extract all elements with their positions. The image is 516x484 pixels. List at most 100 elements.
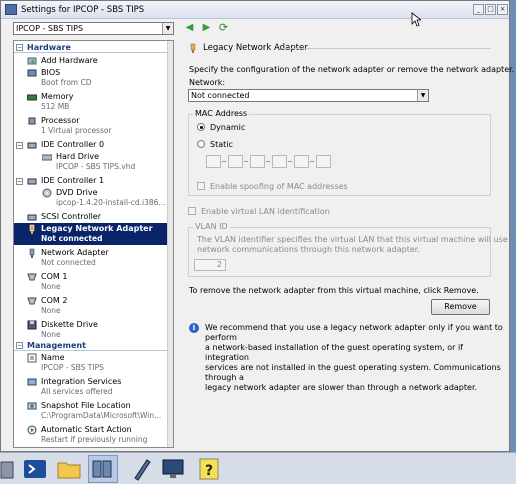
vm-selector-dropdown[interactable]: IPCOP - SBS TIPS ▼: [13, 22, 174, 35]
tree-item-automatic-start-action[interactable]: Automatic Start Action Restart if previo…: [14, 424, 169, 446]
snapshot-icon: [27, 402, 37, 410]
vlan-enable-checkbox[interactable]: [188, 207, 196, 215]
mac-octet-5[interactable]: [294, 155, 309, 168]
collapse-icon[interactable]: −: [16, 44, 23, 51]
taskbar-remote-desktop[interactable]: [158, 455, 188, 483]
ide-controller-icon: [27, 142, 37, 149]
tree-item-memory[interactable]: Memory 512 MB: [14, 91, 169, 113]
help-icon: ?: [199, 458, 219, 480]
forward-arrow-icon[interactable]: ▶: [201, 22, 212, 33]
tree-scrollbar[interactable]: [167, 41, 173, 447]
tree-item-sub: ipcop-1.4.20-install-cd.i386...: [56, 198, 166, 207]
tree-item-hard-drive[interactable]: Hard Drive IPCOP - SBS TIPS.vhd: [14, 151, 169, 173]
info-line: services are not installed in the guest …: [205, 363, 501, 382]
tree-item-legacy-network-adapter[interactable]: Legacy Network Adapter Not connected: [14, 223, 169, 245]
monitor-icon: [162, 459, 184, 478]
static-label: Static: [210, 140, 233, 149]
tree-item-processor[interactable]: Processor 1 Virtual processor: [14, 115, 169, 137]
hardware-section[interactable]: − Hardware: [14, 42, 169, 53]
memory-icon: [27, 94, 37, 101]
tree-item-label: Processor: [41, 116, 80, 125]
info-line: a network-based installation of the gues…: [205, 343, 463, 362]
start-action-icon: [27, 425, 37, 435]
taskbar-notepad[interactable]: [126, 455, 156, 483]
folder-icon: [57, 462, 81, 479]
mac-separator: [310, 161, 314, 162]
bios-chip-icon: [27, 69, 37, 77]
tree-item-bios[interactable]: BIOS Boot from CD: [14, 67, 169, 89]
collapse-icon[interactable]: −: [16, 142, 23, 149]
taskbar-server-manager[interactable]: [0, 455, 18, 483]
network-dropdown[interactable]: Not connected ▼: [188, 89, 429, 102]
network-label: Network:: [189, 78, 226, 87]
mac-octet-2[interactable]: [228, 155, 243, 168]
tree-item-sub: 1 Virtual processor: [41, 126, 112, 135]
window-title: Settings for IPCOP - SBS TIPS: [21, 5, 145, 15]
back-arrow-icon[interactable]: ◀: [184, 22, 195, 33]
tree-item-label: Diskette Drive: [41, 320, 98, 329]
tree-item-label: Snapshot File Location: [41, 401, 131, 410]
ide-controller-icon: [27, 178, 37, 185]
network-dropdown-value: Not connected: [191, 91, 250, 100]
close-button[interactable]: ×: [497, 4, 508, 15]
tree-item-sub: None: [41, 282, 61, 291]
pen-icon: [134, 459, 151, 481]
header-divider: [281, 48, 491, 49]
settings-icon: [5, 4, 17, 15]
tree-item-label: IDE Controller 0: [41, 140, 105, 149]
tree-item-label: Network Adapter: [41, 248, 109, 257]
maximize-button[interactable]: □: [485, 4, 496, 15]
tree-item-label: Integration Services: [41, 377, 122, 386]
vm-selector-value: IPCOP - SBS TIPS: [16, 24, 84, 33]
tree-item-label: Memory: [41, 92, 74, 101]
vlan-id-input[interactable]: 2: [194, 259, 226, 271]
com-port-icon: [27, 273, 37, 281]
tree-item-label: SCSI Controller: [41, 212, 101, 221]
collapse-icon[interactable]: −: [16, 178, 23, 185]
taskbar: ?: [0, 452, 516, 484]
tree-item-label: Add Hardware: [41, 56, 98, 65]
svg-text:?: ?: [205, 463, 213, 479]
tree-item-label: DVD Drive: [56, 188, 98, 197]
mac-octet-6[interactable]: [316, 155, 331, 168]
management-section[interactable]: − Management: [14, 340, 169, 351]
collapse-icon[interactable]: −: [16, 342, 23, 349]
powershell-icon: [24, 460, 46, 478]
tree-item-name[interactable]: Name IPCOP - SBS TIPS: [14, 352, 169, 374]
tree-item-label: Name: [41, 353, 65, 362]
taskbar-explorer[interactable]: [54, 455, 84, 483]
tree-item-snapshot-file-location[interactable]: Snapshot File Location C:\ProgramData\Mi…: [14, 400, 169, 422]
taskbar-hyper-v-manager[interactable]: [88, 455, 118, 483]
tree-item-sub: None: [41, 306, 61, 315]
tree-item-label: IDE Controller 1: [41, 176, 105, 185]
mac-octet-3[interactable]: [250, 155, 265, 168]
mac-spoofing-checkbox[interactable]: [197, 182, 205, 190]
tree-item-dvd-drive[interactable]: DVD Drive ipcop-1.4.20-install-cd.i386..…: [14, 187, 169, 209]
tree-item-sub: Boot from CD: [41, 78, 92, 87]
tree-item-com-1[interactable]: COM 1 None: [14, 271, 169, 293]
tree-item-diskette-drive[interactable]: Diskette Drive None: [14, 319, 169, 341]
tree-item-com-2[interactable]: COM 2 None: [14, 295, 169, 317]
taskbar-help[interactable]: ?: [194, 455, 224, 483]
vlan-description: network communications through this netw…: [197, 245, 420, 254]
refresh-icon[interactable]: ⟳: [218, 22, 229, 33]
tree-item-integration-services[interactable]: Integration Services All services offere…: [14, 376, 169, 398]
network-adapter-icon: [29, 224, 35, 234]
static-radio[interactable]: [197, 140, 205, 148]
mac-octet-4[interactable]: [272, 155, 287, 168]
minimize-button[interactable]: _: [473, 4, 484, 15]
tree-item-sub: IPCOP - SBS TIPS: [41, 363, 104, 372]
add-hardware-icon: +: [27, 57, 37, 66]
mac-separator: [222, 161, 226, 162]
dynamic-radio[interactable]: [197, 123, 205, 131]
mac-octet-1[interactable]: [206, 155, 221, 168]
diskette-icon: [27, 320, 37, 330]
remove-button[interactable]: Remove: [431, 299, 490, 315]
settings-tree: − Hardware + Add Hardware BIOS Boot from…: [13, 40, 174, 448]
taskbar-powershell[interactable]: [20, 455, 50, 483]
tree-item-network-adapter[interactable]: Network Adapter Not connected: [14, 247, 169, 269]
tree-item-sub: IPCOP - SBS TIPS.vhd: [56, 162, 136, 171]
tree-item-label: Legacy Network Adapter: [41, 224, 153, 233]
dynamic-label: Dynamic: [210, 123, 246, 132]
com-port-icon: [27, 297, 37, 305]
